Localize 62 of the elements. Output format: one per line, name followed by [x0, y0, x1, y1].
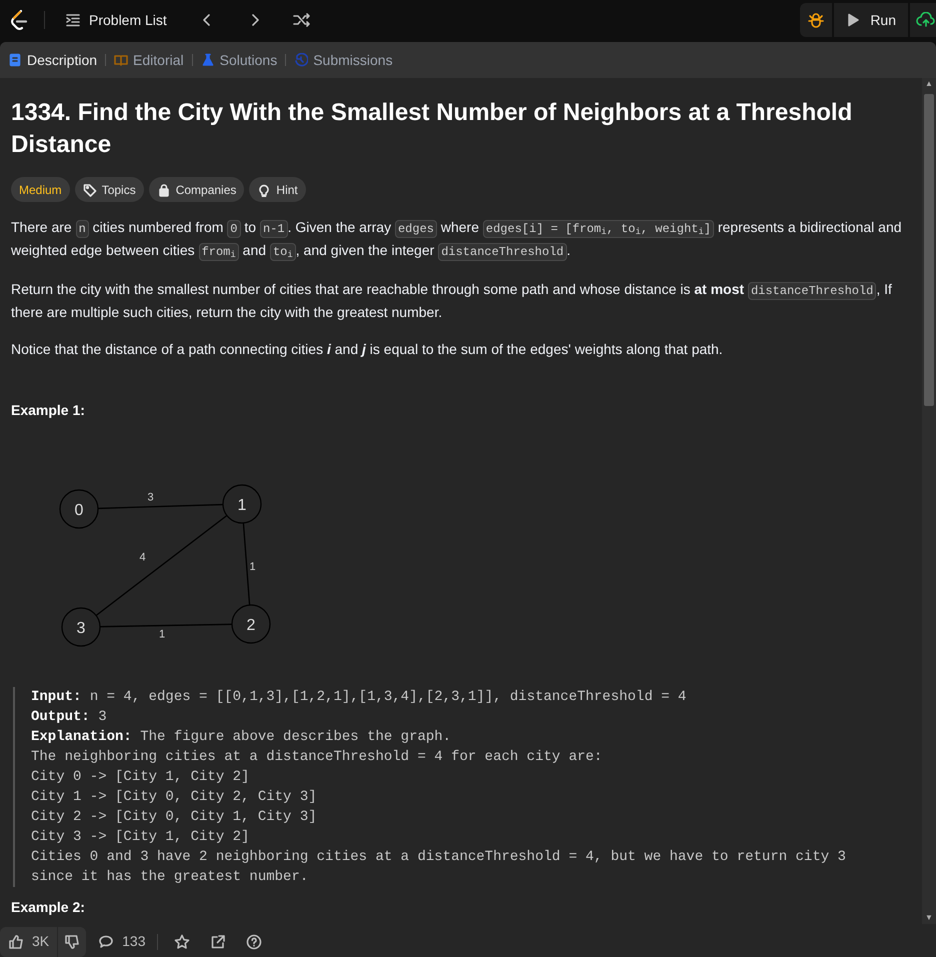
edge-weight: 1	[249, 561, 256, 573]
tab[interactable]: Solutions	[200, 50, 278, 70]
history-icon	[294, 53, 308, 67]
scrollbar[interactable]: ▲ ▼	[922, 78, 936, 924]
flask-icon	[200, 53, 215, 67]
submit-button[interactable]	[910, 3, 936, 37]
problem-list-button[interactable]: Problem List	[61, 10, 171, 30]
tab[interactable]: Editorial	[114, 50, 184, 70]
star-icon[interactable]	[174, 934, 190, 950]
description-paragraph: Notice that the distance of a path connecting cities i and j is equal to the sum of the edges' weights along that path.	[11, 340, 724, 359]
edge-weight: 1	[158, 628, 166, 640]
shuffle-icon[interactable]	[292, 12, 311, 28]
tab[interactable]: Submissions	[294, 50, 393, 70]
scroll-up-arrow[interactable]: ▲	[925, 80, 933, 88]
thumbs-up-icon	[8, 934, 24, 950]
example-line: Output: 3	[31, 708, 108, 727]
node-label: 3	[76, 620, 86, 637]
example-line: City 2 -> [City 0, City 1, City 3]	[31, 808, 318, 827]
description-paragraph: Return the city with the smallest number of cities that are reachable through some path and whose distance is at most distanceThreshold , If there are multiple such cities, return the city with the greatest number.	[11, 280, 893, 322]
graph-node	[59, 489, 99, 529]
example-line: The neighboring cities at a distanceThreshold = 4 for each city are:	[31, 748, 604, 767]
document-icon	[8, 53, 22, 67]
logo-icon[interactable]	[8, 9, 28, 31]
play-icon	[846, 13, 860, 27]
edge-weight: 3	[147, 492, 154, 504]
example-line: Cities 0 and 3 have 2 neighboring cities at a distanceThreshold = 4, but we have to return city 3 since it has the greatest number.	[31, 848, 847, 887]
example-line: Input: n = 4, edges = [[0,1,3],[1,2,1],[1,3,4],[2,3,1]], distanceThreshold = 4	[31, 688, 688, 707]
cloud-upload-icon	[916, 12, 936, 28]
lock-icon	[156, 182, 171, 196]
tag-icon	[82, 182, 97, 196]
example-heading: Example 1:	[11, 401, 86, 420]
topics-button[interactable]: Topics	[74, 177, 144, 202]
node-label: 1	[238, 497, 246, 514]
lightbulb-icon	[257, 182, 272, 196]
edge-weight: 4	[139, 552, 146, 564]
description-paragraph: There are n cities numbered from 0 to n-1 . Given the array edges where edges[i] = [from$_{i}$, to$_{i}$, weight$_{i}$] represents a bidirectional and weighted edge between cities from$_{i}$ and to$_{i}$ , and given the integer distanceThreshold .	[11, 218, 903, 263]
node-label: 0	[74, 502, 84, 519]
bug-icon	[808, 12, 824, 28]
example-line: City 3 -> [City 1, City 2]	[31, 828, 250, 847]
comment-icon	[98, 934, 114, 950]
help-icon[interactable]	[246, 934, 262, 950]
hint-button[interactable]: Hint	[249, 177, 306, 202]
debug-button[interactable]	[800, 3, 832, 37]
comments-button[interactable]: 133	[98, 931, 146, 952]
example-line: Explanation: The figure above describes the graph.	[31, 728, 452, 747]
problem-title: 1334. Find the City With the Smallest Number of Neighbors at a Threshold Distance	[11, 98, 854, 160]
tab[interactable]: Description	[8, 50, 98, 70]
scroll-down-arrow[interactable]: ▼	[925, 914, 933, 922]
share-icon[interactable]	[210, 934, 226, 950]
example-heading: Example 2:	[11, 898, 86, 917]
companies-button[interactable]: Companies	[148, 177, 244, 202]
example-line: City 0 -> [City 1, City 2]	[31, 768, 250, 787]
list-icon	[65, 12, 81, 28]
difficulty-label: Medium	[11, 177, 70, 202]
graph-node	[231, 604, 271, 644]
thumbs-down-icon	[64, 934, 80, 950]
example-line: City 1 -> [City 0, City 2, City 3]	[31, 788, 318, 807]
book-icon	[114, 53, 128, 67]
run-button[interactable]: Run	[834, 3, 908, 37]
graph-node	[61, 607, 101, 647]
node-label: 2	[246, 617, 256, 634]
graph-node	[222, 484, 262, 524]
